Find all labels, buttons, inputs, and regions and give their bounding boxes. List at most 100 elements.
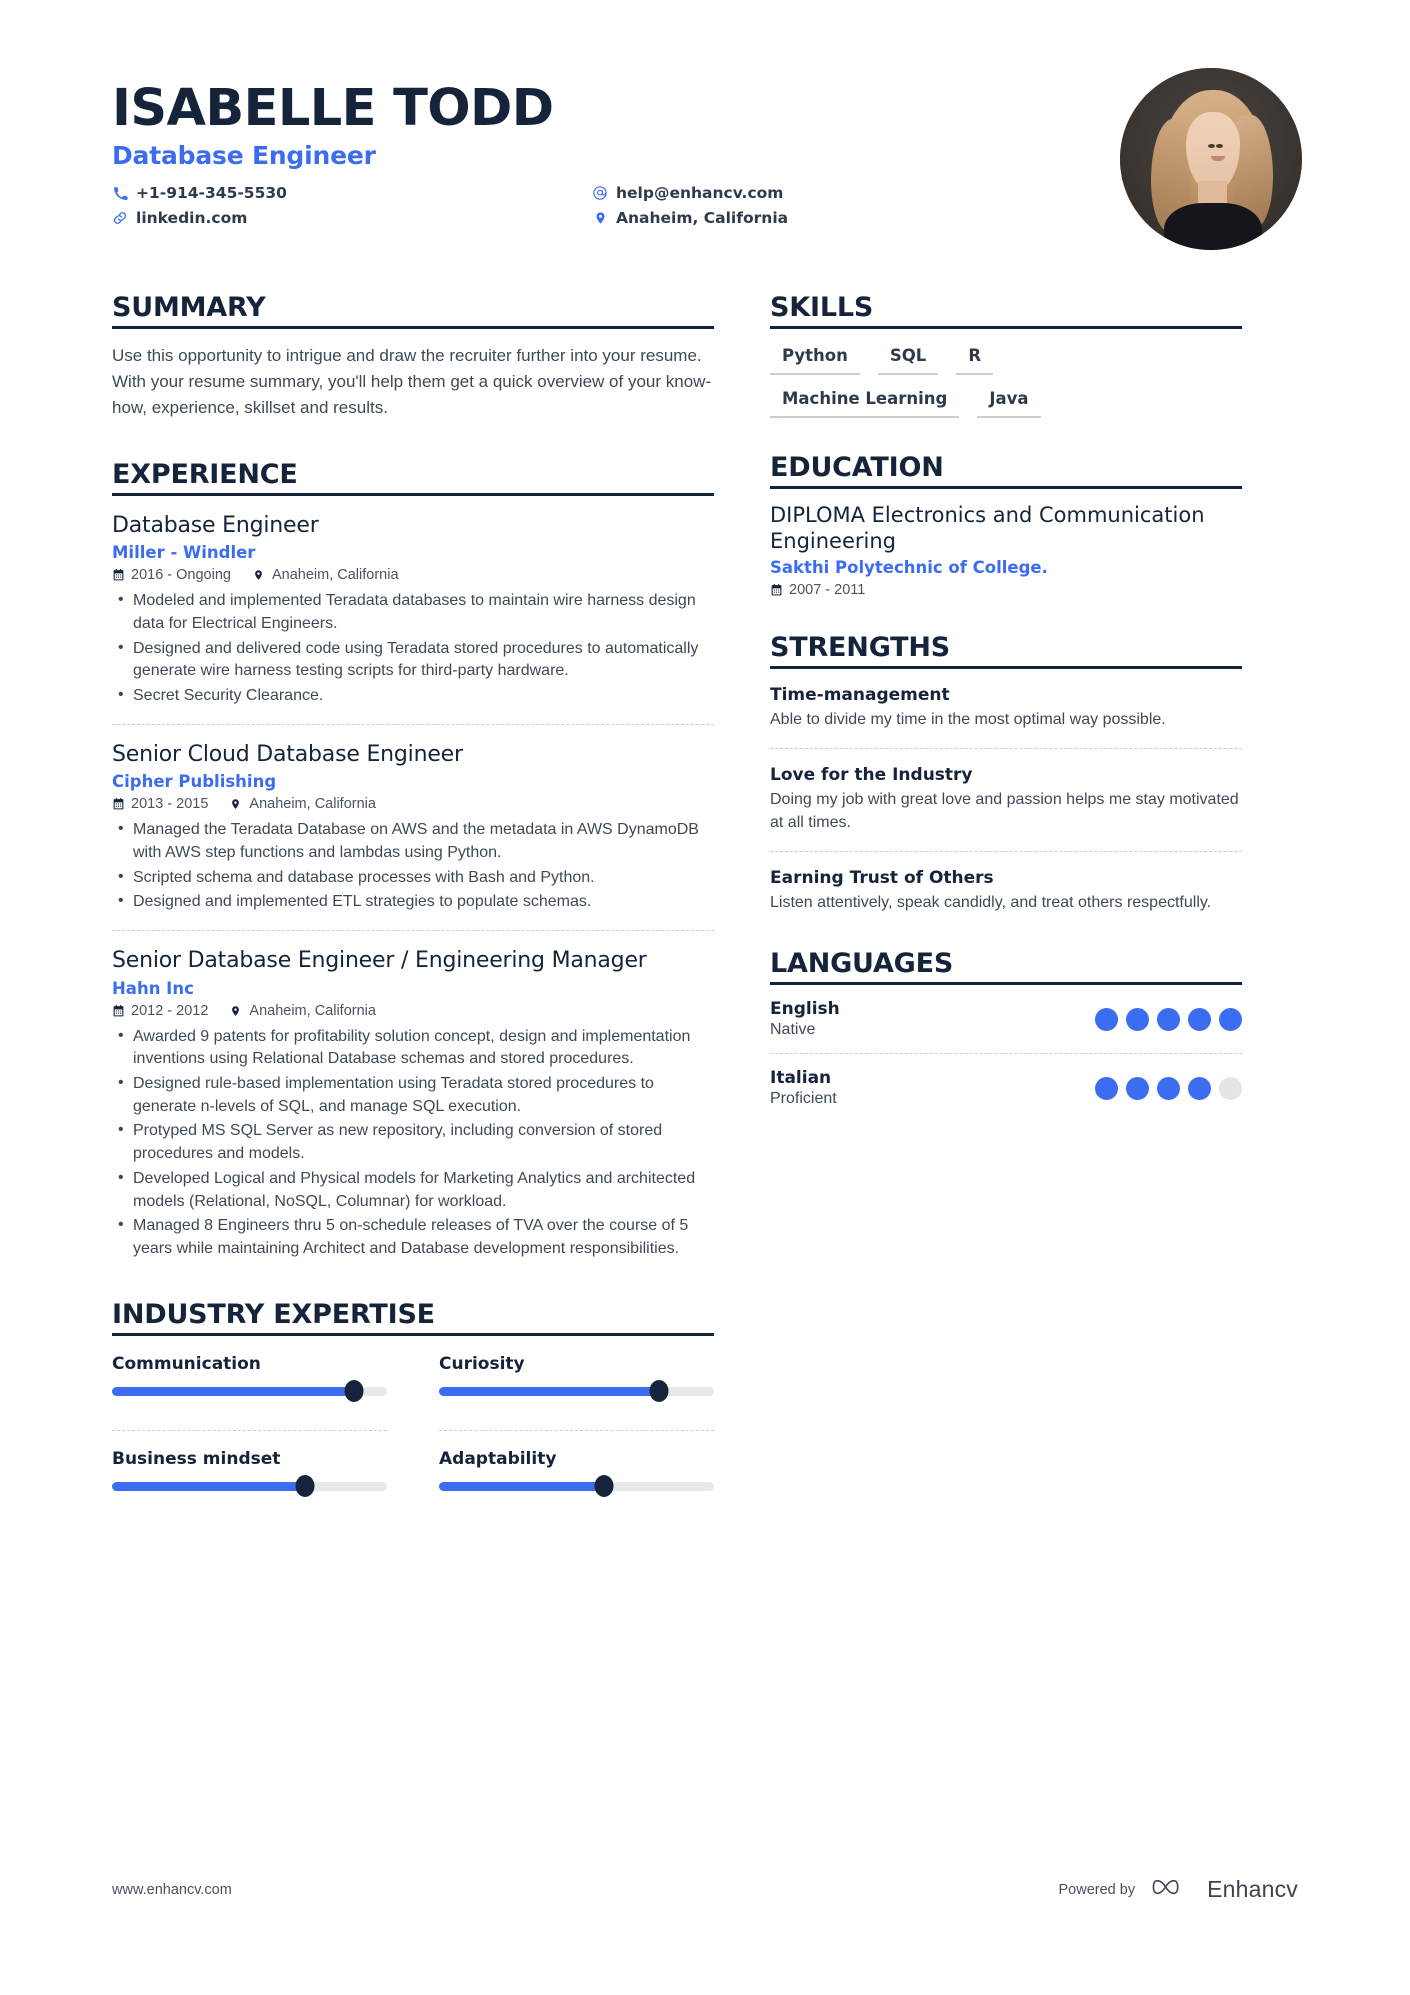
job-meta: 2012 - 2012 Anaheim, California bbox=[112, 1003, 714, 1019]
job-meta: 2013 - 2015 Anaheim, California bbox=[112, 796, 714, 812]
location-icon bbox=[230, 797, 243, 811]
language-level: Native bbox=[770, 1021, 816, 1039]
job-title: Senior Database Engineer / Engineering M… bbox=[112, 948, 647, 974]
contact-phone-text: +1-914-345-5530 bbox=[136, 184, 287, 203]
job-bullet: Designed and implemented ETL strategies … bbox=[112, 890, 714, 914]
rating-dot bbox=[1095, 1007, 1118, 1031]
section-languages: LANGUAGES English Native Italian Profici… bbox=[770, 948, 1242, 1122]
expertise-slider[interactable] bbox=[439, 1475, 714, 1498]
strength-title: Time-management bbox=[770, 685, 950, 706]
contact-phone[interactable]: +1-914-345-5530 bbox=[112, 184, 592, 202]
job-company[interactable]: Hahn Inc bbox=[112, 979, 714, 998]
rating-dot bbox=[1188, 1007, 1211, 1031]
contact-email[interactable]: help@enhancv.com bbox=[592, 184, 788, 202]
expertise-label: Adaptability bbox=[439, 1448, 557, 1469]
summary-text: Use this opportunity to intrigue and dra… bbox=[112, 346, 712, 417]
expertise-item: Curiosity bbox=[439, 1336, 714, 1412]
email-icon bbox=[592, 185, 608, 201]
education-school[interactable]: Sakthi Polytechnic of College. bbox=[770, 558, 1242, 577]
strength-description: Able to divide my time in the most optim… bbox=[770, 711, 1166, 729]
calendar-icon bbox=[112, 797, 125, 811]
contact-linkedin-text: linkedin.com bbox=[136, 209, 248, 228]
job-bullet: Designed rule-based implementation using… bbox=[112, 1072, 714, 1118]
expertise-label: Business mindset bbox=[112, 1448, 281, 1469]
skills-row: Python SQL R bbox=[770, 344, 1242, 376]
section-strengths: STRENGTHS Time-management Able to divide… bbox=[770, 632, 1242, 914]
contact-location[interactable]: Anaheim, California bbox=[592, 209, 788, 227]
rating-dot bbox=[1157, 1007, 1180, 1031]
expertise-label: Communication bbox=[112, 1353, 261, 1374]
powered-by-label: Powered by bbox=[1058, 1881, 1136, 1898]
job-bullets: Managed the Teradata Database on AWS and… bbox=[112, 818, 714, 914]
resume-body: SUMMARY Use this opportunity to intrigue… bbox=[112, 292, 1298, 1507]
location-icon bbox=[230, 1004, 243, 1018]
location-icon bbox=[592, 210, 608, 226]
language-item: English Native bbox=[770, 985, 1242, 1053]
right-column: SKILLS Python SQL R Machine Learning Jav… bbox=[770, 292, 1242, 1507]
languages-heading: LANGUAGES bbox=[770, 948, 1242, 986]
education-dates-text: 2007 - 2011 bbox=[789, 582, 866, 599]
job-dates: 2012 - 2012 bbox=[112, 1003, 208, 1019]
footer-url[interactable]: www.enhancv.com bbox=[112, 1882, 232, 1898]
avatar bbox=[1120, 68, 1302, 250]
skill-tag[interactable]: Java bbox=[977, 387, 1041, 419]
contact-location-text: Anaheim, California bbox=[616, 209, 789, 228]
contact-email-text: help@enhancv.com bbox=[616, 184, 784, 203]
skill-tag[interactable]: Machine Learning bbox=[770, 387, 960, 419]
education-dates: 2007 - 2011 bbox=[770, 582, 1242, 598]
job-company[interactable]: Miller - Windler bbox=[112, 543, 714, 562]
header-info: ISABELLE TODD Database Engineer +1-914-3… bbox=[112, 68, 788, 227]
job-meta: 2016 - Ongoing Anaheim, California bbox=[112, 567, 714, 583]
job-dates: 2013 - 2015 bbox=[112, 796, 208, 812]
language-rating bbox=[1095, 1007, 1242, 1031]
language-info: Italian Proficient bbox=[770, 1068, 837, 1108]
experience-item: Database Engineer Miller - Windler 2016 … bbox=[112, 496, 714, 708]
job-bullets: Awarded 9 patents for profitability solu… bbox=[112, 1025, 714, 1261]
summary-heading: SUMMARY bbox=[112, 292, 714, 330]
job-location-text: Anaheim, California bbox=[249, 1002, 376, 1019]
job-bullet: Protyped MS SQL Server as new repository… bbox=[112, 1119, 714, 1165]
expertise-item: Business mindset bbox=[112, 1429, 387, 1507]
job-bullet: Designed and delivered code using Terada… bbox=[112, 637, 714, 683]
language-rating bbox=[1095, 1076, 1242, 1100]
language-item: Italian Proficient bbox=[770, 1053, 1242, 1122]
skill-tag[interactable]: R bbox=[956, 344, 994, 376]
rating-dot bbox=[1219, 1076, 1242, 1100]
education-item: DIPLOMA Electronics and Communication En… bbox=[770, 503, 1242, 598]
job-title: Senior Cloud Database Engineer bbox=[112, 741, 463, 767]
calendar-icon bbox=[112, 1004, 125, 1018]
job-location: Anaheim, California bbox=[230, 1003, 376, 1019]
skill-tag[interactable]: Python bbox=[770, 344, 860, 376]
strength-item: Time-management Able to divide my time i… bbox=[770, 669, 1242, 732]
job-bullet: Managed 8 Engineers thru 5 on-schedule r… bbox=[112, 1214, 714, 1260]
language-name: English bbox=[770, 999, 840, 1020]
rating-dot bbox=[1219, 1007, 1242, 1031]
job-bullet: Awarded 9 patents for profitability solu… bbox=[112, 1025, 714, 1071]
expertise-slider[interactable] bbox=[112, 1380, 387, 1403]
skill-tag[interactable]: SQL bbox=[877, 344, 939, 376]
brand: Enhancv bbox=[1151, 1872, 1298, 1907]
expertise-grid: Communication Curiosity Business mindset… bbox=[112, 1336, 714, 1507]
language-name: Italian bbox=[770, 1068, 832, 1089]
rating-dot bbox=[1157, 1076, 1180, 1100]
strength-description: Listen attentively, speak candidly, and … bbox=[770, 893, 1212, 911]
contact-linkedin[interactable]: linkedin.com bbox=[112, 209, 592, 227]
job-location-text: Anaheim, California bbox=[249, 796, 376, 813]
section-industry-expertise: INDUSTRY EXPERTISE Communication Curiosi… bbox=[112, 1299, 714, 1507]
rating-dot bbox=[1126, 1076, 1149, 1100]
section-experience: EXPERIENCE Database Engineer Miller - Wi… bbox=[112, 459, 714, 1261]
rating-dot bbox=[1126, 1007, 1149, 1031]
candidate-role: Database Engineer bbox=[112, 141, 376, 171]
expertise-item: Communication bbox=[112, 1336, 387, 1412]
brand-name: Enhancv bbox=[1207, 1876, 1298, 1902]
skills-heading: SKILLS bbox=[770, 292, 1242, 330]
footer-brand-block: Powered by Enhancv bbox=[1059, 1872, 1299, 1907]
strength-title: Earning Trust of Others bbox=[770, 867, 994, 888]
expertise-slider[interactable] bbox=[112, 1475, 387, 1498]
job-bullets: Modeled and implemented Teradata databas… bbox=[112, 589, 714, 708]
job-bullet: Developed Logical and Physical models fo… bbox=[112, 1167, 714, 1213]
education-heading: EDUCATION bbox=[770, 452, 1242, 490]
experience-item: Senior Database Engineer / Engineering M… bbox=[112, 930, 714, 1261]
job-company[interactable]: Cipher Publishing bbox=[112, 772, 714, 791]
expertise-slider[interactable] bbox=[439, 1380, 714, 1403]
